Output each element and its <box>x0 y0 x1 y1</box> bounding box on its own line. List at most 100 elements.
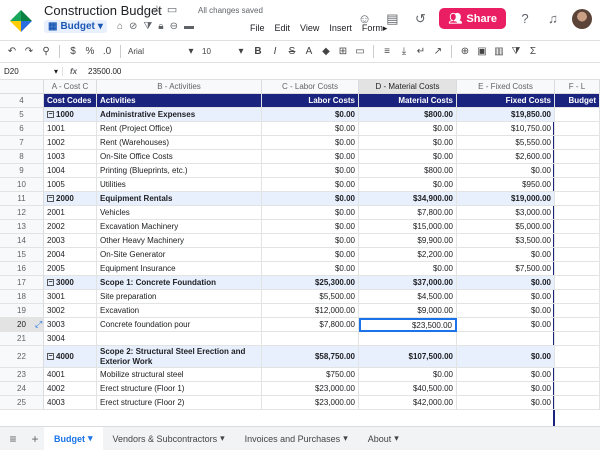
paint-format-icon[interactable]: ⚲ <box>40 46 52 57</box>
table-cell[interactable] <box>555 382 600 396</box>
table-cell[interactable] <box>555 164 600 178</box>
table-cell[interactable]: $15,000.00 <box>359 220 457 234</box>
comment-icon[interactable]: ▬ <box>184 21 194 32</box>
header-cell[interactable]: Budget <box>555 94 600 108</box>
font-size-select[interactable]: 10 <box>202 47 230 56</box>
star-icon[interactable]: ☆ <box>152 3 162 16</box>
functions-icon[interactable]: Σ <box>527 46 539 57</box>
tab-about[interactable]: About ▾ <box>358 427 409 451</box>
table-cell[interactable] <box>555 234 600 248</box>
bot-icon[interactable]: ☺ <box>355 10 373 28</box>
row-number[interactable]: 6 <box>0 122 44 136</box>
table-cell[interactable]: $0.00 <box>262 206 359 220</box>
table-cell[interactable]: $0.00 <box>457 382 555 396</box>
borders-icon[interactable]: ⊞ <box>337 46 349 57</box>
table-cell[interactable]: Administrative Expenses <box>97 108 262 122</box>
insert-link-icon[interactable]: ⊕ <box>459 46 471 57</box>
table-cell[interactable] <box>359 332 457 346</box>
table-cell[interactable] <box>555 108 600 122</box>
table-cell[interactable]: 1003 <box>44 150 97 164</box>
collapse-group-icon[interactable]: − <box>47 195 54 202</box>
table-cell[interactable] <box>555 192 600 206</box>
row-number[interactable]: 19 <box>0 304 44 318</box>
table-cell[interactable]: 2001 <box>44 206 97 220</box>
strikethrough-icon[interactable]: S <box>286 46 298 57</box>
lock-icon[interactable]: 🔒︎ <box>158 21 163 32</box>
table-cell[interactable] <box>555 262 600 276</box>
table-cell[interactable]: Other Heavy Machinery <box>97 234 262 248</box>
table-cell[interactable]: Scope 1: Concrete Foundation <box>97 276 262 290</box>
table-cell[interactable]: 3003 <box>44 318 97 332</box>
table-cell[interactable]: $0.00 <box>457 368 555 382</box>
row-number[interactable]: 17 <box>0 276 44 290</box>
table-cell[interactable]: $0.00 <box>457 248 555 262</box>
table-cell[interactable]: 1002 <box>44 136 97 150</box>
table-cell[interactable]: Mobilize structural steel <box>97 368 262 382</box>
header-cell[interactable]: Cost Codes <box>44 94 97 108</box>
table-cell[interactable]: $9,000.00 <box>359 304 457 318</box>
expand-row-icon[interactable]: ⤢ <box>35 319 42 330</box>
select-all-corner[interactable] <box>0 80 44 94</box>
table-cell[interactable]: Rent (Warehouses) <box>97 136 262 150</box>
table-cell[interactable] <box>555 304 600 318</box>
table-cell[interactable] <box>262 332 359 346</box>
header-cell[interactable]: Labor Costs <box>262 94 359 108</box>
table-cell[interactable]: $23,000.00 <box>262 382 359 396</box>
row-number[interactable]: 10 <box>0 178 44 192</box>
comments-icon[interactable]: ▤ <box>383 10 401 28</box>
table-cell[interactable]: $800.00 <box>359 164 457 178</box>
table-cell[interactable] <box>555 136 600 150</box>
col-c-header[interactable]: C - Labor Costs <box>262 80 359 94</box>
row-number[interactable]: 12 <box>0 206 44 220</box>
decimal-icon[interactable]: .0 <box>101 46 113 57</box>
table-cell[interactable] <box>457 332 555 346</box>
rotate-icon[interactable]: ↗ <box>432 46 444 57</box>
row-number[interactable]: 14 <box>0 234 44 248</box>
table-cell[interactable] <box>555 346 600 368</box>
valign-icon[interactable]: ⤓ <box>398 46 410 57</box>
row-number[interactable]: 7 <box>0 136 44 150</box>
table-cell[interactable]: $0.00 <box>457 164 555 178</box>
table-cell[interactable]: $0.00 <box>359 368 457 382</box>
row-number[interactable]: 16 <box>0 262 44 276</box>
menu-view[interactable]: View <box>300 23 319 34</box>
col-a-header[interactable]: A - Cost C <box>44 80 97 94</box>
table-cell[interactable] <box>555 332 600 346</box>
table-cell[interactable]: $0.00 <box>262 122 359 136</box>
table-cell[interactable] <box>97 332 262 346</box>
menu-icon[interactable]: ≡ <box>4 430 22 448</box>
row-number[interactable]: 24 <box>0 382 44 396</box>
col-d-header[interactable]: D - Material Costs <box>359 80 457 94</box>
table-cell[interactable]: $19,850.00 <box>457 108 555 122</box>
tab-budget[interactable]: Budget ▾ <box>44 426 103 451</box>
table-cell[interactable]: $5,500.00 <box>262 290 359 304</box>
spreadsheet-grid[interactable]: A - Cost CB - Activities C - Labor Costs D… <box>0 80 600 426</box>
col-f-header[interactable]: F - L <box>555 80 600 94</box>
table-cell[interactable]: −3000 <box>44 276 97 290</box>
menu-insert[interactable]: Insert <box>329 23 352 34</box>
row-number[interactable]: 23 <box>0 368 44 382</box>
table-cell[interactable] <box>555 248 600 262</box>
table-cell[interactable]: $23,000.00 <box>262 396 359 410</box>
table-cell[interactable]: $800.00 <box>359 108 457 122</box>
table-cell[interactable]: 3004 <box>44 332 97 346</box>
row-number[interactable]: 4 <box>0 94 44 108</box>
bold-icon[interactable]: B <box>252 46 264 57</box>
table-cell[interactable]: $0.00 <box>457 346 555 368</box>
font-select[interactable]: Arial <box>128 47 180 56</box>
table-cell[interactable]: $0.00 <box>457 318 555 332</box>
menu-edit[interactable]: Edit <box>275 23 291 34</box>
table-cell[interactable]: 3001 <box>44 290 97 304</box>
table-cell[interactable]: Scope 2: Structural Steel Erection and E… <box>97 346 262 368</box>
name-box[interactable]: D20 ▾ <box>0 67 62 76</box>
row-number[interactable]: 11 <box>0 192 44 206</box>
table-cell[interactable]: Site preparation <box>97 290 262 304</box>
table-cell[interactable]: $23,500.00 <box>359 318 457 332</box>
table-cell[interactable]: 2004 <box>44 248 97 262</box>
table-cell[interactable]: $7,800.00 <box>359 206 457 220</box>
undo-icon[interactable]: ↶ <box>6 46 18 57</box>
table-cell[interactable]: 1001 <box>44 122 97 136</box>
table-cell[interactable]: $0.00 <box>262 178 359 192</box>
table-cell[interactable]: On-Site Office Costs <box>97 150 262 164</box>
table-cell[interactable]: −4000 <box>44 346 97 368</box>
